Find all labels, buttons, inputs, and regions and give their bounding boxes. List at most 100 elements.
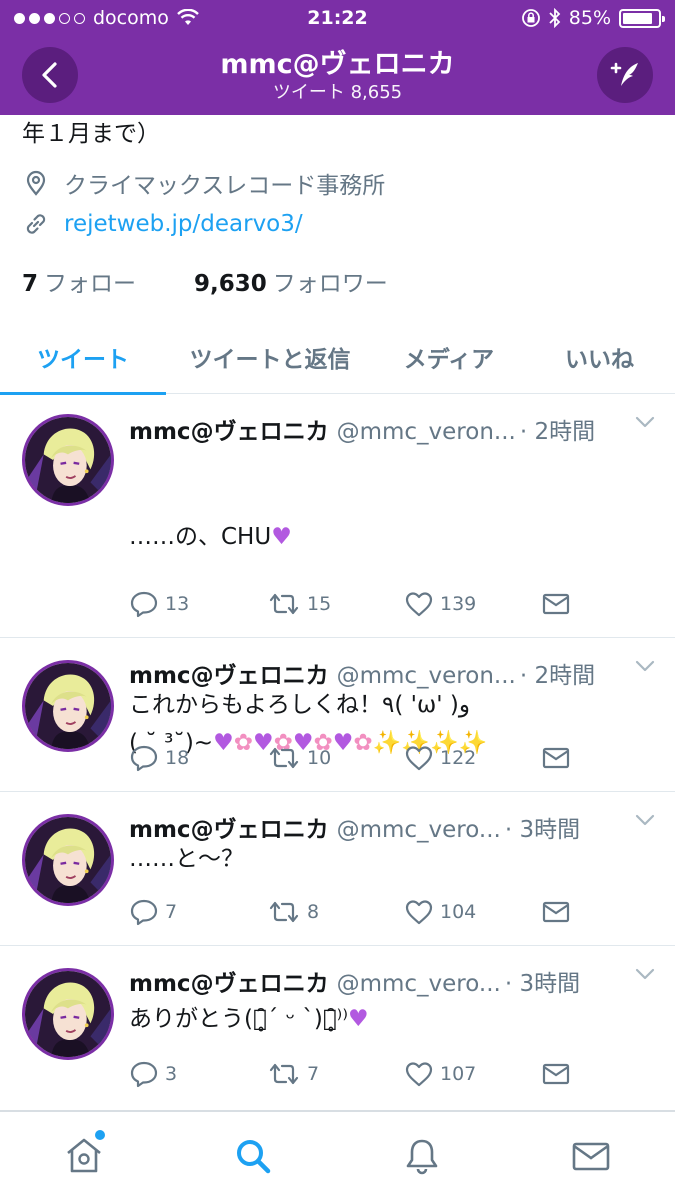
new-content-dot	[95, 1130, 105, 1140]
battery-percent: 85%	[568, 7, 611, 29]
status-right: 85%	[521, 7, 665, 29]
tab-notifications[interactable]	[338, 1112, 507, 1200]
dm-icon	[541, 743, 571, 773]
website-link[interactable]: rejetweb.jp/dearvo3/	[64, 211, 303, 237]
chevron-down-icon[interactable]	[635, 968, 655, 980]
tweet-timestamp: · 2時間	[519, 419, 596, 445]
tweet-author-handle: @mmc_vero...	[336, 817, 501, 843]
like-button[interactable]: 107	[404, 1059, 476, 1089]
followers-number: 9,630	[194, 271, 267, 297]
tab-likes[interactable]: いいね	[524, 320, 675, 394]
bio-fragment: 年１月まで）	[22, 121, 160, 147]
share-dm-button[interactable]	[541, 589, 571, 619]
tweet-author-name[interactable]: mmc@ヴェロニカ	[129, 964, 329, 998]
tweet-author-name[interactable]: mmc@ヴェロニカ	[129, 656, 329, 690]
retweet-count: 8	[307, 901, 320, 923]
home-icon	[67, 1138, 102, 1173]
messages-icon	[572, 1142, 609, 1171]
chevron-down-icon[interactable]	[635, 416, 655, 428]
profile-website[interactable]: rejetweb.jp/dearvo3/	[22, 210, 303, 238]
followers-count[interactable]: 9,630 フォロワー	[194, 264, 388, 298]
link-icon	[26, 214, 46, 234]
tab-tweets[interactable]: ツイート	[0, 320, 166, 395]
tab-media[interactable]: メディア	[374, 320, 524, 394]
followers-label: フォロワー	[272, 271, 388, 297]
following-label: フォロー	[44, 271, 137, 297]
follow-counts: 7 フォロー 9,630 フォロワー	[22, 264, 388, 298]
reply-button[interactable]: 18	[129, 743, 189, 773]
reply-count: 3	[165, 1063, 178, 1085]
avatar[interactable]	[22, 814, 114, 906]
location-text: クライマックスレコード事務所	[64, 173, 386, 199]
chevron-down-icon[interactable]	[635, 660, 655, 672]
share-dm-button[interactable]	[541, 1059, 571, 1089]
bottom-tab-bar	[0, 1110, 675, 1200]
tweet-item[interactable]: mmc@ヴェロニカ @mmc_veron... · 2時間 これからもよろしくね…	[0, 638, 675, 792]
tweet-text-content: ありがとう(ว̥̑ˊ ᵕ ˋ)ว̥̑⁾⁾	[129, 1006, 348, 1032]
tweet-timestamp: · 3時間	[504, 817, 581, 843]
retweet-button[interactable]: 8	[267, 897, 319, 927]
retweet-button[interactable]: 15	[267, 589, 331, 619]
purple-heart-emoji: ♥	[347, 1006, 369, 1032]
tweet-actions: 3 7 107	[129, 1058, 655, 1090]
tweet-author-handle: @mmc_vero...	[336, 971, 501, 997]
notifications-icon	[406, 1139, 438, 1175]
battery-icon	[619, 8, 665, 28]
tweet-author-name[interactable]: mmc@ヴェロニカ	[129, 412, 329, 446]
tab-tweets-and-replies[interactable]: ツイートと返信	[166, 320, 374, 394]
like-button[interactable]: 139	[404, 589, 476, 619]
retweet-count: 10	[307, 747, 332, 769]
dm-icon	[541, 897, 571, 927]
avatar[interactable]	[22, 968, 114, 1060]
tab-home[interactable]	[0, 1112, 169, 1200]
share-dm-button[interactable]	[541, 897, 571, 927]
status-bar: docomo 21:22 85%	[0, 0, 675, 36]
reply-icon	[129, 897, 159, 927]
chevron-down-icon[interactable]	[635, 814, 655, 826]
like-count: 139	[440, 593, 477, 615]
tab-search[interactable]	[169, 1112, 338, 1200]
reply-count: 7	[165, 901, 178, 923]
reply-button[interactable]: 7	[129, 897, 177, 927]
tweet-header: mmc@ヴェロニカ @mmc_vero... · 3時間	[129, 964, 655, 998]
retweet-icon	[267, 897, 301, 927]
tweet-actions: 13 15 139	[129, 588, 655, 620]
tweet-actions: 7 8 104	[129, 896, 655, 928]
compose-tweet-button[interactable]	[597, 47, 653, 103]
like-button[interactable]: 122	[404, 743, 476, 773]
like-button[interactable]: 104	[404, 897, 476, 927]
following-count[interactable]: 7 フォロー	[22, 264, 136, 298]
reply-button[interactable]: 13	[129, 589, 189, 619]
reply-button[interactable]: 3	[129, 1059, 177, 1089]
reply-icon	[129, 1059, 159, 1089]
retweet-icon	[267, 1059, 301, 1089]
tweet-actions: 18 10 122	[129, 742, 655, 774]
tweet-timestamp: · 2時間	[519, 663, 596, 689]
tweet-item[interactable]: mmc@ヴェロニカ @mmc_vero... · 3時間 ありがとう(ว̥̑ˊ …	[0, 946, 675, 1110]
like-icon	[404, 1059, 434, 1089]
tweet-header: mmc@ヴェロニカ @mmc_veron... · 2時間	[129, 656, 655, 690]
tweet-count: ツイート 8,655	[272, 82, 403, 103]
reply-count: 18	[165, 747, 190, 769]
purple-heart-emoji: ♥	[271, 524, 292, 550]
avatar[interactable]	[22, 660, 114, 752]
tweet-item[interactable]: mmc@ヴェロニカ @mmc_veron... · 2時間 ……の、CHU♥ (…	[0, 394, 675, 756]
top-navigation-bar: docomo 21:22 85% mmc@ヴェロニカ ツイート 8,655	[0, 0, 675, 115]
reply-icon	[129, 743, 159, 773]
retweet-button[interactable]: 10	[267, 743, 331, 773]
avatar[interactable]	[22, 414, 114, 506]
like-icon	[404, 589, 434, 619]
search-icon	[237, 1140, 271, 1174]
tweet-text: ありがとう(ว̥̑ˊ ᵕ ˋ)ว̥̑⁾⁾♥	[129, 1002, 659, 1036]
tweet-author-name[interactable]: mmc@ヴェロニカ	[129, 810, 329, 844]
like-count: 104	[440, 901, 477, 923]
share-dm-button[interactable]	[541, 743, 571, 773]
retweet-icon	[267, 743, 301, 773]
tab-messages[interactable]	[506, 1112, 675, 1200]
reply-icon	[129, 589, 159, 619]
profile-name-title: mmc@ヴェロニカ	[220, 49, 455, 80]
tweet-item[interactable]: mmc@ヴェロニカ @mmc_vero... · 3時間 ……と〜？ 7 8 1…	[0, 792, 675, 946]
profile-tabs: ツイート ツイートと返信 メディア いいね	[0, 320, 675, 395]
retweet-button[interactable]: 7	[267, 1059, 319, 1089]
dm-icon	[541, 1059, 571, 1089]
